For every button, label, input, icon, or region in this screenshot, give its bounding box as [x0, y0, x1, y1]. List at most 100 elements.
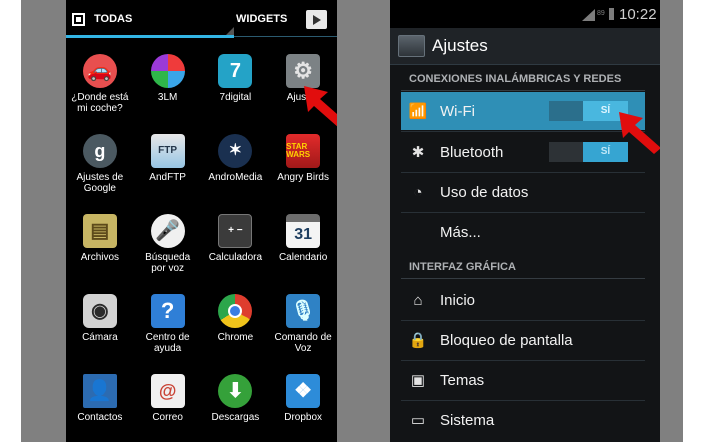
app-label: Cámara: [82, 332, 118, 343]
app-label: ¿Donde está mi coche?: [71, 92, 129, 114]
app-tile[interactable]: 🎤 Búsqueda por voz: [134, 208, 202, 288]
app-label: Contactos: [77, 412, 123, 423]
app-label: Ajustes de Google: [76, 172, 124, 194]
data-usage-icon: ◔: [413, 183, 423, 201]
tab-all-label: TODAS: [94, 13, 133, 25]
setting-label-wifi: Wi-Fi: [440, 102, 475, 120]
app-tile[interactable]: 31 Calendario: [269, 208, 337, 288]
car-icon: 🚗: [82, 54, 117, 88]
tab-underline: [234, 36, 337, 37]
setting-row-wifi[interactable]: 📶 Wi-Fi SÍ: [401, 92, 645, 130]
section-rule: [401, 90, 645, 91]
app-tile[interactable]: 👤 Contactos: [66, 368, 134, 442]
app-tile[interactable]: ❖ Dropbox: [269, 368, 337, 442]
all-apps-icon: [72, 12, 85, 26]
tab-widgets-label: WIDGETS: [236, 13, 288, 25]
app-tile[interactable]: @ Correo: [134, 368, 202, 442]
setting-row-themes[interactable]: ▣ Temas: [401, 361, 645, 399]
section-header-interface: INTERFAZ GRÁFICA: [409, 261, 516, 273]
angry-birds-icon: STAR WARS: [286, 134, 321, 168]
status-bar: 89 10:22: [390, 0, 660, 28]
row-divider: [401, 131, 645, 132]
google-settings-icon: g: [82, 134, 117, 168]
app-label: 3LM: [157, 92, 178, 103]
app-tile[interactable]: + − Calculadora: [202, 208, 270, 288]
setting-label-home: Inicio: [440, 291, 476, 309]
tab-notch-icon: [226, 27, 234, 35]
themes-icon: ▣: [410, 372, 426, 389]
contacts-icon: 👤: [82, 374, 117, 408]
app-label: Calculadora: [208, 252, 263, 263]
files-icon: ▤: [82, 214, 117, 248]
lock-icon: 🔒: [408, 332, 428, 349]
app-label: Búsqueda por voz: [145, 252, 191, 274]
app-label: AndFTP: [149, 172, 186, 183]
play-store-button[interactable]: [306, 10, 327, 29]
page-title: Ajustes: [432, 36, 488, 55]
app-tile[interactable]: Chrome: [202, 288, 270, 368]
tab-all[interactable]: TODAS: [72, 8, 132, 30]
setting-row-system[interactable]: ▭ Sistema: [401, 401, 645, 439]
andromedia-icon: ✶: [218, 134, 253, 168]
app-tile[interactable]: ⬇ Descargas: [202, 368, 270, 442]
left-gutter: [21, 0, 66, 442]
section-rule: [401, 278, 645, 279]
more-spacer: [409, 223, 427, 241]
pointer-arrow-icon: [619, 112, 660, 154]
section-header-wireless: CONEXIONES INALÁMBRICAS Y REDES: [409, 73, 622, 85]
app-label: Chrome: [217, 332, 254, 343]
chrome-icon: [218, 294, 253, 328]
app-tile[interactable]: STAR WARS Angry Birds: [269, 128, 337, 208]
settings-screen: 89 10:22 Ajustes CONEXIONES INALÁMBRICAS…: [390, 0, 660, 442]
setting-row-bluetooth[interactable]: ✱ Bluetooth SÍ: [401, 133, 645, 171]
bluetooth-icon: ✱: [411, 144, 425, 161]
tab-indicator: [66, 35, 234, 38]
system-icon: ▭: [410, 412, 426, 429]
camera-icon: ◉: [82, 294, 117, 328]
app-tile[interactable]: 🚗 ¿Donde está mi coche?: [66, 48, 134, 128]
app-tile[interactable]: ▤ Archivos: [66, 208, 134, 288]
voice-command-icon: 🎙: [286, 294, 321, 328]
dropbox-icon: ❖: [286, 374, 321, 408]
action-bar: Ajustes: [390, 28, 660, 64]
signal-icon: [582, 9, 595, 21]
app-tile[interactable]: FTP AndFTP: [134, 128, 202, 208]
status-time: 10:22: [619, 6, 657, 23]
app-drawer: TODAS WIDGETS 🚗 ¿Donde está mi coche? 3LM…: [66, 0, 337, 442]
app-label: Dropbox: [284, 412, 323, 423]
app-label: AndroMedia: [208, 172, 263, 183]
help-icon: ?: [150, 294, 185, 328]
setting-row-home[interactable]: ⌂ Inicio: [401, 281, 645, 319]
setting-row-data-usage[interactable]: ◔ Uso de datos: [401, 173, 645, 211]
app-grid: 🚗 ¿Donde está mi coche? 3LM 7 7digital ⚙ Aj…: [66, 48, 337, 442]
middle-gutter: [337, 0, 390, 442]
calendar-icon: 31: [286, 214, 321, 248]
setting-label-system: Sistema: [440, 411, 495, 429]
action-bar-divider: [390, 64, 660, 65]
tab-widgets[interactable]: WIDGETS: [236, 8, 287, 30]
settings-app-icon[interactable]: [398, 35, 425, 57]
app-tile[interactable]: 🎙 Comando de Voz: [269, 288, 337, 368]
app-label: Calendario: [278, 252, 328, 263]
setting-label-bluetooth: Bluetooth: [440, 143, 504, 161]
app-tile[interactable]: ◉ Cámara: [66, 288, 134, 368]
setting-label-data-usage: Uso de datos: [440, 183, 529, 201]
pointer-arrow-icon: [304, 86, 337, 127]
app-tile[interactable]: ? Centro de ayuda: [134, 288, 202, 368]
wifi-icon: 📶: [408, 103, 428, 120]
setting-row-more[interactable]: Más...: [401, 213, 645, 251]
app-label: Centro de ayuda: [145, 332, 190, 354]
app-tile[interactable]: g Ajustes de Google: [66, 128, 134, 208]
voice-search-icon: 🎤: [150, 214, 185, 248]
app-label: Descargas: [211, 412, 260, 423]
app-tile[interactable]: 7 7digital: [202, 48, 270, 128]
drawer-tabs: TODAS WIDGETS: [66, 0, 337, 38]
right-gutter: [660, 0, 683, 442]
app-label: Angry Birds: [277, 172, 329, 183]
battery-icon: [609, 8, 614, 20]
app-label: Comando de Voz: [274, 332, 332, 354]
app-tile[interactable]: 3LM: [134, 48, 202, 128]
setting-row-lockscreen[interactable]: 🔒 Bloqueo de pantalla: [401, 321, 645, 359]
3lm-icon: [150, 54, 185, 88]
app-tile[interactable]: ✶ AndroMedia: [202, 128, 270, 208]
